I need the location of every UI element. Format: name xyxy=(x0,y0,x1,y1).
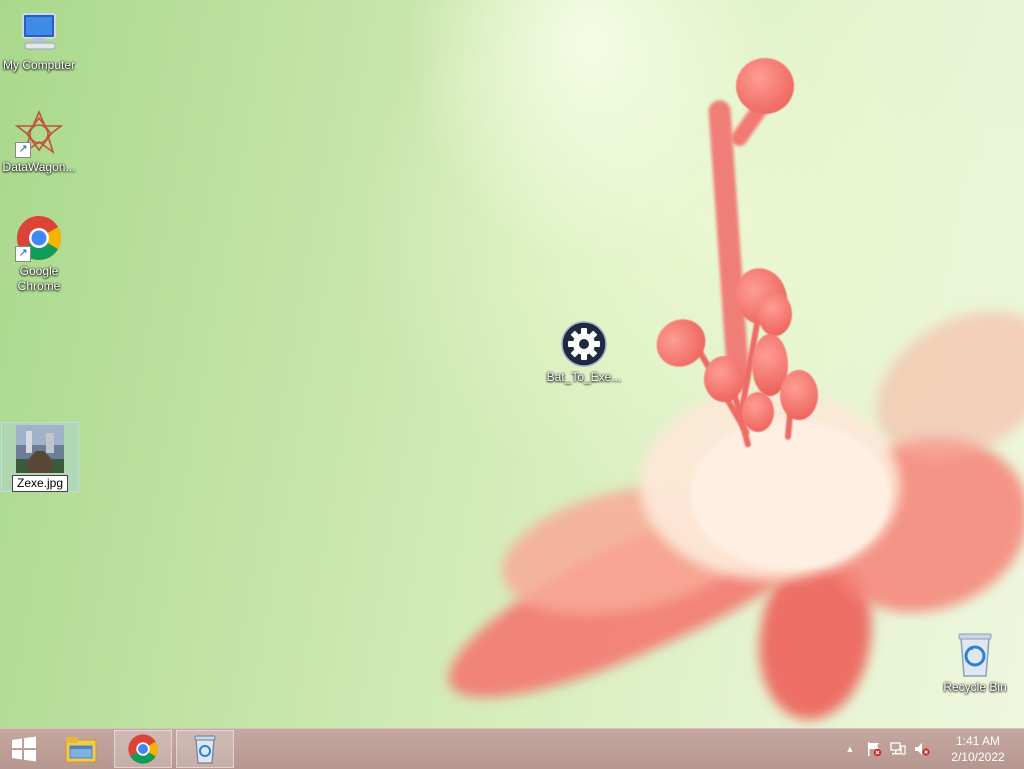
clock[interactable]: 1:41 AM 2/10/2022 xyxy=(946,733,1010,765)
action-center-flag-icon[interactable] xyxy=(866,741,882,757)
clock-time: 1:41 AM xyxy=(955,734,1001,748)
desktop[interactable]: My Computer ↗ DataWagon... ↗ Google Chro… xyxy=(0,0,1024,728)
desktop-icon-google-chrome[interactable]: ↗ Google Chrome xyxy=(1,214,77,294)
taskbar-chrome[interactable] xyxy=(114,730,172,768)
taskbar-recycle-bin[interactable] xyxy=(176,730,234,768)
taskbar: ▲ 1:41 AM 2/10/2022 xyxy=(0,728,1024,769)
clock-date: 2/10/2022 xyxy=(951,750,1005,764)
system-tray: ▲ 1:41 AM 2/10/2022 xyxy=(824,729,1024,769)
show-hidden-icons-button[interactable]: ▲ xyxy=(842,741,858,757)
desktop-icon-bat-to-exe[interactable]: Bat_To_Exe... xyxy=(546,320,622,385)
icon-label: DataWagon... xyxy=(2,160,76,174)
desktop-icon-my-computer[interactable]: My Computer xyxy=(1,8,77,73)
taskbar-file-explorer[interactable] xyxy=(52,730,110,768)
volume-muted-icon[interactable] xyxy=(914,741,930,757)
desktop-icon-zexe-jpg[interactable]: Zexe.jpg xyxy=(1,422,79,492)
network-icon[interactable] xyxy=(890,741,906,757)
desktop-icon-recycle-bin[interactable]: Recycle Bin xyxy=(937,630,1013,695)
start-button[interactable] xyxy=(0,730,48,768)
recycle-bin-icon xyxy=(194,735,216,764)
shortcut-arrow-icon: ↗ xyxy=(15,142,31,158)
recycle-bin-icon xyxy=(951,630,999,678)
datawagon-icon: ↗ xyxy=(14,109,64,158)
gear-icon xyxy=(560,320,608,368)
image-file-icon xyxy=(16,425,64,473)
icon-label-rename[interactable]: Zexe.jpg xyxy=(11,475,69,492)
desktop-icon-datawagon[interactable]: ↗ DataWagon... xyxy=(1,109,77,175)
file-explorer-icon xyxy=(65,737,97,763)
chrome-icon xyxy=(128,734,158,764)
icon-label: Google Chrome xyxy=(17,264,61,293)
shortcut-arrow-icon: ↗ xyxy=(15,246,31,262)
icon-label: My Computer xyxy=(2,58,76,72)
icon-label: Recycle Bin xyxy=(943,680,1007,694)
windows-start-icon xyxy=(12,736,36,762)
chrome-icon: ↗ xyxy=(15,214,63,262)
icon-label: Bat_To_Exe... xyxy=(546,370,622,384)
computer-icon xyxy=(15,8,63,56)
